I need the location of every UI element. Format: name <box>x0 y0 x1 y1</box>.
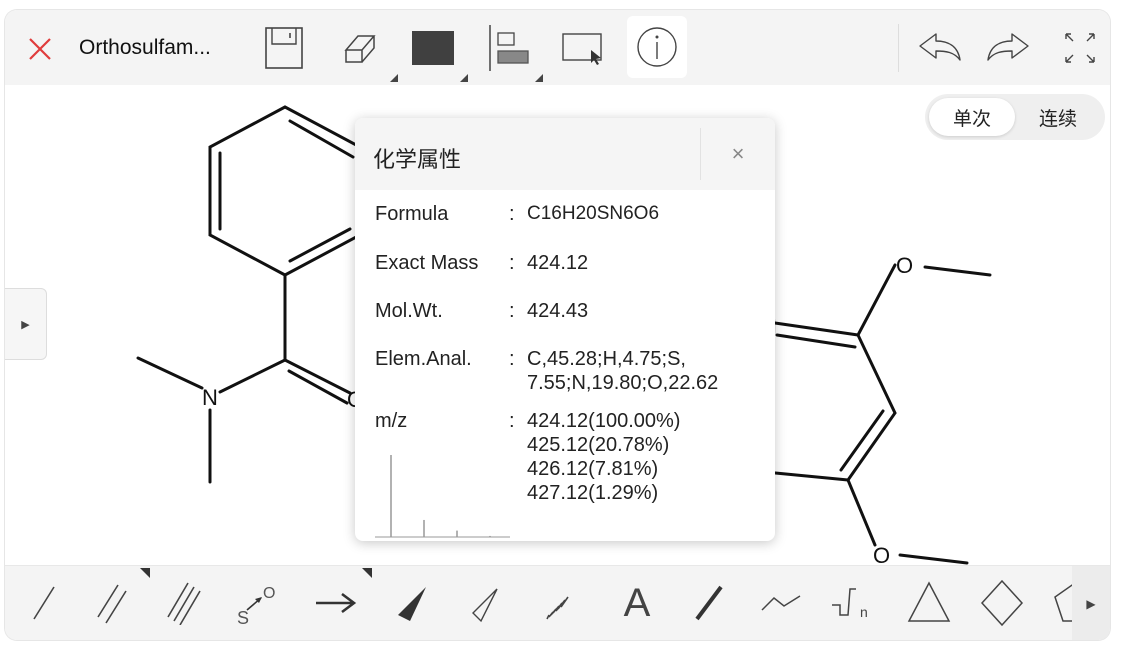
mz-line: 425.12(20.78%) <box>527 434 670 456</box>
colon: : <box>509 410 515 432</box>
mz-line: 427.12(1.29%) <box>527 482 659 504</box>
diamond-tool[interactable] <box>975 578 1029 628</box>
triangle-tool[interactable] <box>902 578 956 628</box>
label: Exact Mass <box>375 252 479 274</box>
info-icon[interactable] <box>627 16 687 78</box>
mz-line: 426.12(7.81%) <box>527 458 659 480</box>
value: 424.12 <box>527 252 589 274</box>
mass-spectrum <box>375 455 510 538</box>
dative-bond-tool[interactable]: SO <box>230 578 284 628</box>
bottom-toolbar: SO A n ▶ <box>5 565 1110 640</box>
mode-toggle: 单次 连续 <box>925 94 1105 140</box>
mode-single[interactable]: 单次 <box>929 98 1015 136</box>
colon: : <box>509 252 515 274</box>
mz-line: 424.12(100.00%) <box>527 410 681 432</box>
atom-label: O <box>263 585 275 602</box>
toolbar-divider <box>898 24 899 72</box>
app-window: Orthosulfam... N O O 单次 连续 ▶ 化学属性 × Form… <box>5 10 1110 640</box>
colon: : <box>509 348 515 370</box>
single-bond-tool[interactable] <box>17 578 71 628</box>
atom-label: S <box>237 608 249 626</box>
atom-label: N <box>202 385 218 410</box>
side-panel-toggle[interactable]: ▶ <box>5 288 47 360</box>
colon: : <box>509 300 515 322</box>
value: 424.43 <box>527 300 589 322</box>
color-swatch-icon[interactable] <box>408 22 458 74</box>
value-line: C,45.28;H,4.75;S, <box>527 348 686 370</box>
hollow-wedge-bond-tool[interactable] <box>458 578 512 628</box>
pentagon-tool[interactable] <box>1045 578 1075 628</box>
label: Mol.Wt. <box>375 300 443 322</box>
popup-title: 化学属性 <box>373 148 462 173</box>
triple-bond-tool[interactable] <box>157 578 211 628</box>
top-toolbar: Orthosulfam... <box>5 10 1110 85</box>
chain-tool[interactable] <box>755 578 809 628</box>
expand-arrow-icon: ▶ <box>21 318 30 331</box>
popup-header: 化学属性 × <box>355 118 775 190</box>
redo-icon[interactable] <box>983 24 1033 72</box>
repeat-unit-tool[interactable]: n <box>827 578 881 628</box>
label: Elem.Anal. <box>375 348 472 370</box>
label: m/z <box>375 410 408 432</box>
submenu-indicators <box>390 74 543 82</box>
eraser-icon[interactable] <box>335 22 385 74</box>
label: Formula <box>375 203 449 225</box>
select-region-icon[interactable] <box>558 22 608 74</box>
fullscreen-icon[interactable] <box>1055 24 1105 72</box>
save-icon[interactable] <box>255 22 313 74</box>
mode-continuous[interactable]: 连续 <box>1015 98 1101 136</box>
close-icon[interactable] <box>23 32 57 66</box>
value: 424.12(100.00%) 425.12(20.78%) 426.12(7.… <box>527 409 775 505</box>
arrow-tool[interactable] <box>309 578 363 628</box>
hash-bond-tool[interactable] <box>532 578 586 628</box>
subscript: n <box>860 604 868 620</box>
wedge-bond-tool[interactable] <box>385 578 439 628</box>
atom-label: O <box>896 253 913 278</box>
value: C,45.28;H,4.75;S, 7.55;N,19.80;O,22.62 <box>527 347 775 395</box>
text-icon: A <box>623 580 651 625</box>
atom-label: O <box>873 543 890 565</box>
colon: : <box>509 203 515 225</box>
document-title[interactable]: Orthosulfam... <box>79 36 211 60</box>
bold-bond-tool[interactable] <box>682 578 736 628</box>
undo-icon[interactable] <box>915 24 965 72</box>
chemical-properties-popup: 化学属性 × Formula : C16H20SN6O6 Exact Mass … <box>355 118 775 541</box>
formula-value: C16H20SN6O6 <box>527 203 660 224</box>
close-icon: × <box>731 141 745 166</box>
next-arrow-icon: ▶ <box>1086 596 1096 611</box>
more-tools-button[interactable]: ▶ <box>1072 566 1110 640</box>
text-tool[interactable]: A <box>610 578 664 628</box>
value-line: 7.55;N,19.80;O,22.62 <box>527 372 719 394</box>
double-bond-tool[interactable] <box>85 578 139 628</box>
popup-close-button[interactable]: × <box>700 128 775 180</box>
align-icon[interactable] <box>485 22 535 74</box>
